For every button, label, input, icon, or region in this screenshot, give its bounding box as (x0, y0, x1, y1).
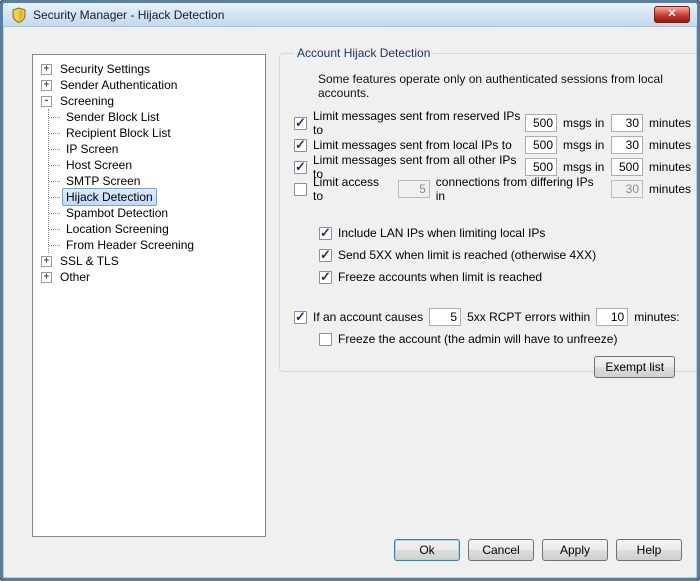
minutes-label: minutes (649, 182, 692, 196)
other-msgs-input[interactable] (525, 158, 557, 176)
connections-differing-label: connections from differing IPs in (435, 175, 594, 203)
rcpt-minutes-input[interactable] (596, 308, 629, 326)
freeze-accounts-label: Freeze accounts when limit is reached (338, 270, 543, 284)
shield-icon (12, 6, 26, 23)
tree-item-spambot-detection[interactable]: Spambot Detection (49, 205, 263, 221)
connections-input[interactable] (397, 180, 430, 198)
rcpt-errors-checkbox[interactable] (294, 309, 307, 325)
include-lan-ips-label: Include LAN IPs when limiting local IPs (338, 226, 546, 240)
tree-item-screening[interactable]: - Screening (39, 93, 263, 109)
send-5xx-checkbox[interactable] (319, 247, 332, 263)
tree-item-recipient-block-list[interactable]: Recipient Block List (49, 125, 263, 141)
tree-connector (49, 164, 60, 166)
titlebar[interactable]: Security Manager - Hijack Detection ✕ (3, 3, 697, 27)
reserved-minutes-input[interactable] (611, 114, 643, 132)
limit-access-checkbox[interactable] (294, 182, 307, 196)
freeze-account-label: Freeze the account (the admin will have … (338, 332, 618, 346)
tree-item-sender-block-list[interactable]: Sender Block List (49, 109, 263, 125)
msgs-in-label: msgs in (563, 160, 605, 174)
include-lan-ips-row: Include LAN IPs when limiting local IPs (292, 222, 691, 244)
msgs-in-label: msgs in (563, 116, 605, 130)
msgs-in-label: msgs in (563, 138, 605, 152)
group-intro-text: Some features operate only on authentica… (318, 72, 663, 100)
collapse-icon[interactable]: - (41, 95, 52, 107)
tree-item-smtp-screen[interactable]: SMTP Screen (49, 173, 263, 189)
dialog-buttonbar: Ok Cancel Apply Help (394, 539, 682, 561)
minutes-label: minutes (649, 160, 692, 174)
tree-connector (49, 148, 60, 150)
tree-connector (49, 244, 60, 246)
minutes-label: minutes (649, 138, 692, 152)
ok-button[interactable]: Ok (394, 539, 460, 561)
limit-local-ips-label: Limit messages sent from local IPs to (313, 138, 512, 152)
tree-item-host-screen[interactable]: Host Screen (49, 157, 263, 173)
tree-item-location-screening[interactable]: Location Screening (49, 221, 263, 237)
rcpt-within-label: 5xx RCPT errors within (467, 310, 591, 324)
access-minutes-input[interactable] (611, 180, 643, 198)
cancel-button[interactable]: Cancel (468, 539, 534, 561)
tree-item-ip-screen[interactable]: IP Screen (49, 141, 263, 157)
rcpt-count-input[interactable] (429, 308, 462, 326)
tree-item-from-header-screening[interactable]: From Header Screening (49, 237, 263, 253)
tree-connector (49, 116, 60, 118)
settings-tree[interactable]: + Security Settings + Sender Authenticat… (32, 54, 266, 537)
freeze-account-row: Freeze the account (the admin will have … (292, 328, 691, 350)
dialog-client-area: + Security Settings + Sender Authenticat… (6, 30, 697, 575)
tree-item-hijack-detection[interactable]: Hijack Detection (49, 188, 263, 206)
tree-connector (49, 132, 60, 134)
exempt-list-button[interactable]: Exempt list (594, 356, 676, 378)
expand-icon[interactable]: + (41, 63, 52, 75)
screening-children: Sender Block List Recipient Block List I… (48, 109, 263, 253)
tree-connector (49, 228, 60, 230)
tree-connector (49, 196, 60, 198)
freeze-account-checkbox[interactable] (319, 332, 332, 346)
minutes-label: minutes (649, 116, 692, 130)
limit-reserved-ips-checkbox[interactable] (294, 115, 307, 131)
send-5xx-row: Send 5XX when limit is reached (otherwis… (292, 244, 691, 266)
limit-reserved-ips-row: Limit messages sent from reserved IPs to… (292, 109, 692, 137)
rcpt-errors-block: If an account causes 5xx RCPT errors wit… (292, 306, 691, 350)
limit-access-row: Limit access to connections from differi… (292, 175, 692, 203)
exempt-list-row: Exempt list (292, 356, 691, 378)
freeze-accounts-row: Freeze accounts when limit is reached (292, 266, 691, 288)
tree-connector (49, 180, 60, 182)
freeze-accounts-checkbox[interactable] (319, 269, 332, 285)
include-lan-ips-checkbox[interactable] (319, 225, 332, 241)
limit-local-ips-checkbox[interactable] (294, 137, 307, 153)
limit-access-label: Limit access to (313, 175, 380, 203)
window-title: Security Manager - Hijack Detection (33, 7, 225, 22)
group-title: Account Hijack Detection (297, 46, 431, 60)
help-button[interactable]: Help (616, 539, 682, 561)
local-msgs-input[interactable] (525, 136, 557, 154)
close-button[interactable]: ✕ (654, 6, 690, 23)
tree-item-sender-authentication[interactable]: + Sender Authentication (39, 77, 263, 93)
account-hijack-detection-group: Account Hijack Detection Some features o… (279, 46, 697, 378)
rcpt-errors-label: If an account causes (313, 310, 424, 324)
local-minutes-input[interactable] (611, 136, 643, 154)
reserved-msgs-input[interactable] (525, 114, 557, 132)
expand-icon[interactable]: + (41, 79, 52, 91)
tree-item-other[interactable]: + Other (39, 269, 263, 285)
send-5xx-label: Send 5XX when limit is reached (otherwis… (338, 248, 597, 262)
expand-icon[interactable]: + (41, 255, 52, 267)
limit-other-ips-checkbox[interactable] (294, 159, 307, 175)
tree-connector (49, 212, 60, 214)
other-minutes-input[interactable] (611, 158, 643, 176)
security-manager-window: Security Manager - Hijack Detection ✕ + … (0, 0, 700, 581)
apply-button[interactable]: Apply (542, 539, 608, 561)
tree-item-security-settings[interactable]: + Security Settings (39, 61, 263, 77)
expand-icon[interactable]: + (41, 271, 52, 283)
tree-item-label[interactable]: Other (56, 268, 94, 286)
minutes-label: minutes: (634, 310, 680, 324)
rcpt-errors-row: If an account causes 5xx RCPT errors wit… (292, 306, 691, 328)
limit-reserved-ips-label: Limit messages sent from reserved IPs to (313, 109, 521, 137)
tree-item-ssl-tls[interactable]: + SSL & TLS (39, 253, 263, 269)
